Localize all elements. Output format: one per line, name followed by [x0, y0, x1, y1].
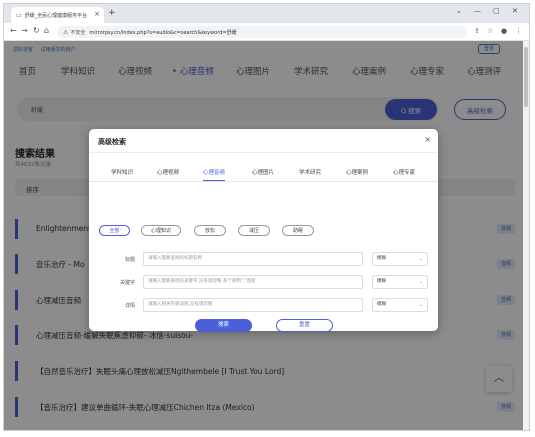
page-icon: ▭: [16, 11, 22, 19]
scroll-thumb[interactable]: [524, 47, 528, 107]
profile-icon[interactable]: ●: [501, 27, 507, 35]
modal-title: 高级检索: [98, 138, 126, 146]
tab-research[interactable]: 学术研究: [299, 168, 321, 180]
chip-relax[interactable]: 放松: [194, 225, 226, 236]
tab-bar: ▭ 舒缓_全民心理健康服务平台 × + ⌄ — ▢ ✕: [4, 4, 529, 23]
menu-icon[interactable]: ⋮: [515, 27, 522, 35]
title-field[interactable]: 请输入需要查找的标题名称: [143, 252, 363, 266]
select-value: 模糊: [377, 279, 386, 284]
insecure-label: 不安全: [70, 29, 86, 36]
close-window-icon[interactable]: ✕: [512, 7, 518, 15]
tab-video[interactable]: 心理视频: [157, 168, 179, 180]
page-content: 您好游客 试用版您的用户 登录 首页 学科知识 心理视频 • 心理音频 心理图片…: [4, 41, 525, 430]
home-icon[interactable]: ⌂: [44, 26, 49, 35]
tab-images[interactable]: 心理图片: [252, 168, 274, 180]
modal-reset-button[interactable]: 重置: [276, 319, 333, 332]
browser-toolbar: ← → ↻ ⌂ ⚠ 不安全 mirrorpsy.cn/index.php?s=a…: [4, 23, 529, 41]
tab-knowledge[interactable]: 学科知识: [111, 168, 133, 180]
chip-all[interactable]: 全部: [99, 225, 130, 236]
keyword-match-select[interactable]: 模糊 ⌄: [372, 275, 428, 289]
chevron-down-icon: ⌄: [418, 279, 423, 285]
reload-icon[interactable]: ↻: [33, 26, 40, 35]
advanced-search-modal: 高级检索 × 学科知识 心理视频 心理音频 心理图片 学术研究 心理案例 心理专…: [89, 129, 438, 332]
back-icon[interactable]: ←: [10, 26, 17, 35]
detail-field[interactable]: 请输入相关内容详情,没有请忽略: [143, 298, 363, 312]
close-icon[interactable]: ×: [424, 135, 431, 144]
scrollbar[interactable]: [523, 41, 529, 430]
chevron-down-icon: ⌄: [418, 256, 423, 262]
chevron-down-icon[interactable]: ⌄: [456, 7, 462, 15]
detail-field-label: 详情: [124, 303, 135, 309]
share-icon[interactable]: ⇪: [474, 27, 480, 35]
tab-audio[interactable]: 心理音频: [203, 168, 226, 181]
chevron-down-icon: ⌄: [418, 302, 423, 308]
browser-tab[interactable]: ▭ 舒缓_全民心理健康服务平台 ×: [11, 7, 104, 23]
chip-knowledge[interactable]: 心理知识: [141, 225, 181, 236]
close-icon[interactable]: ×: [94, 10, 100, 18]
select-value: 模糊: [377, 302, 386, 307]
url-text: mirrorpsy.cn/index.php?s=audio&c=search&…: [89, 29, 237, 36]
forward-icon[interactable]: →: [21, 26, 28, 35]
browser-window: ▭ 舒缓_全民心理健康服务平台 × + ⌄ — ▢ ✕ ← → ↻ ⌂ ⚠ 不安…: [3, 3, 530, 431]
warning-icon: ⚠: [63, 28, 69, 36]
detail-match-select[interactable]: 模糊 ⌄: [372, 298, 428, 312]
new-tab-button[interactable]: +: [108, 8, 116, 18]
modal-tabs: 学科知识 心理视频 心理音频 心理图片 学术研究 心理案例 心理专家: [89, 168, 438, 182]
tab-title: 舒缓_全民心理健康服务平台: [24, 12, 88, 19]
minimize-icon[interactable]: —: [474, 7, 481, 15]
modal-search-button[interactable]: 搜索: [195, 319, 252, 332]
chip-decompress[interactable]: 减压: [238, 225, 270, 236]
tab-experts[interactable]: 心理专家: [393, 168, 415, 180]
chip-sleep[interactable]: 助眠: [282, 225, 314, 236]
title-field-label: 标题: [124, 257, 135, 263]
tab-cases[interactable]: 心理案例: [346, 168, 368, 180]
address-bar[interactable]: ⚠ 不安全 mirrorpsy.cn/index.php?s=audio&c=s…: [57, 26, 467, 38]
star-icon[interactable]: ☆: [487, 27, 493, 35]
maximize-icon[interactable]: ▢: [493, 7, 500, 15]
title-match-select[interactable]: 模糊 ⌄: [372, 252, 428, 266]
keyword-field-label: 关键字: [119, 280, 135, 286]
divider: [89, 152, 438, 153]
keyword-field[interactable]: 请输入需要查找的关键字,没有请忽略,多个请用","连接: [143, 275, 363, 289]
select-value: 模糊: [377, 256, 386, 261]
